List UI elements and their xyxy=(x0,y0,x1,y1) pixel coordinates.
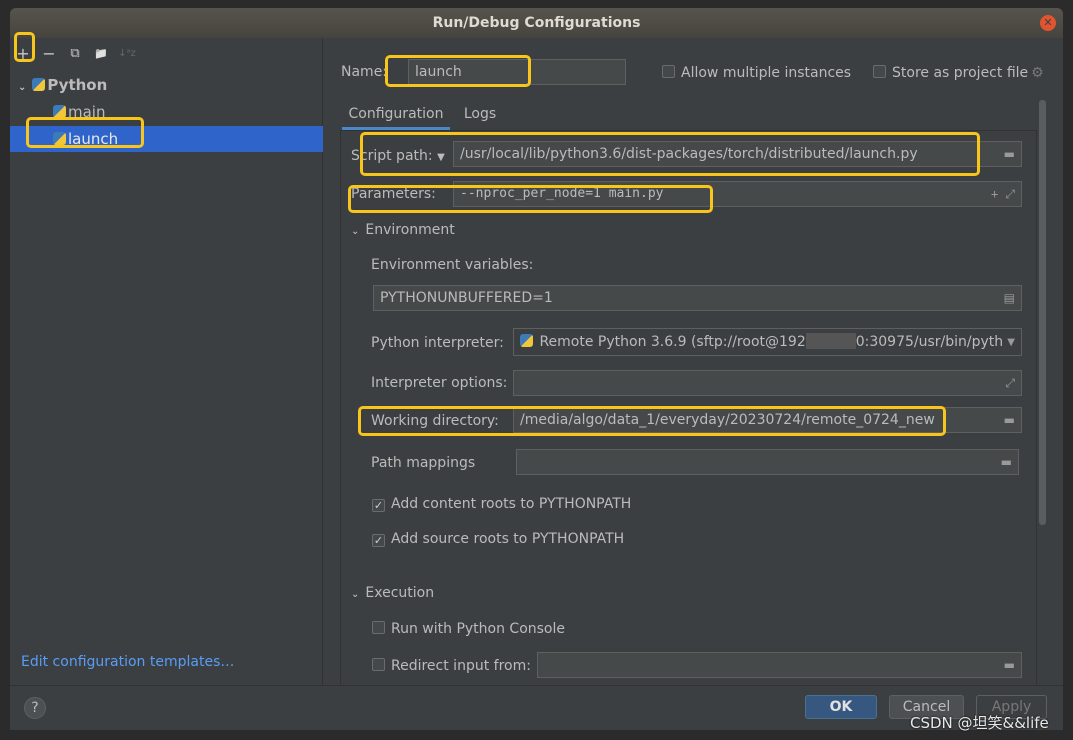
copy-icon[interactable]: ⧉ xyxy=(65,44,85,64)
expand-icon: + ⤢ xyxy=(990,187,1015,201)
ok-button[interactable]: OK xyxy=(805,695,877,719)
name-input[interactable]: launch xyxy=(408,59,626,85)
tab-logs[interactable]: Logs xyxy=(457,102,503,130)
folder-add-icon[interactable]: 📁 xyxy=(91,44,111,64)
expand-icon: ⤢ xyxy=(1005,376,1015,390)
run-debug-dialog: Run/Debug Configurations ✕ + − ⧉ 📁 ↓ᵃz ⌄… xyxy=(10,8,1063,730)
edit-templates-link[interactable]: Edit configuration templates… xyxy=(21,654,234,670)
help-button[interactable]: ? xyxy=(24,697,46,719)
workdir-input[interactable]: /media/algo/data_1/everyday/20230724/rem… xyxy=(513,407,1022,433)
tree-item-launch[interactable]: launch xyxy=(10,126,323,152)
chevron-down-icon: ▼ xyxy=(1007,337,1015,348)
python-icon xyxy=(53,105,66,118)
interpreter-label: Python interpreter: xyxy=(371,335,504,351)
remove-icon[interactable]: − xyxy=(39,44,59,64)
environment-section[interactable]: ⌄ Environment xyxy=(351,222,455,238)
store-project-checkbox[interactable]: Store as project file ⚙ xyxy=(873,65,1044,81)
chevron-down-icon: ⌄ xyxy=(351,226,360,237)
redirect-input-field[interactable]: ▬ xyxy=(537,652,1022,678)
path-mappings-input[interactable]: ▬ xyxy=(516,449,1019,475)
sort-icon[interactable]: ↓ᵃz xyxy=(117,44,137,64)
parameters-label: Parameters: xyxy=(351,186,436,202)
folder-icon: ▬ xyxy=(1003,147,1015,161)
tab-configuration[interactable]: Configuration xyxy=(342,102,450,130)
parameters-input[interactable]: --nproc_per_node=1 main.py + ⤢ xyxy=(453,181,1022,207)
chevron-down-icon: ⌄ xyxy=(351,589,360,600)
workdir-label: Working directory: xyxy=(371,413,499,429)
folder-icon: ▬ xyxy=(1003,658,1015,672)
close-icon[interactable]: ✕ xyxy=(1040,15,1056,31)
path-mappings-label: Path mappings xyxy=(371,455,476,471)
name-label: Name: xyxy=(341,64,388,80)
folder-icon: ▬ xyxy=(1000,455,1012,469)
script-path-input[interactable]: /usr/local/lib/python3.6/dist-packages/t… xyxy=(453,141,1022,167)
python-icon xyxy=(520,334,533,347)
env-vars-label: Environment variables: xyxy=(371,257,534,273)
source-roots-checkbox[interactable]: ✓ Add source roots to PYTHONPATH xyxy=(372,531,624,547)
script-path-dropdown[interactable]: Script path: ▼ xyxy=(351,148,445,164)
chevron-down-icon[interactable]: ⌄ xyxy=(18,82,26,93)
content-roots-checkbox[interactable]: ✓ Add content roots to PYTHONPATH xyxy=(372,496,631,512)
tree-item-main[interactable]: main xyxy=(10,99,323,125)
add-icon[interactable]: + xyxy=(13,44,33,64)
watermark: CSDN @坦笑&&life xyxy=(910,714,1049,732)
dialog-title: Run/Debug Configurations xyxy=(10,8,1063,38)
list-icon: ▤ xyxy=(1003,291,1015,305)
gear-icon: ⚙ xyxy=(1031,65,1044,81)
interp-options-input[interactable]: ⤢ xyxy=(513,370,1022,396)
redirect-input-checkbox[interactable]: Redirect input from: xyxy=(372,658,531,674)
folder-icon: ▬ xyxy=(1003,413,1015,427)
config-tree-panel: + − ⧉ 📁 ↓ᵃz ⌄ Python main launch Edit con… xyxy=(10,38,323,685)
interpreter-select[interactable]: Remote Python 3.6.9 (sftp://root@192 0:30… xyxy=(513,328,1022,356)
python-icon xyxy=(53,132,66,145)
allow-multiple-checkbox[interactable]: Allow multiple instances xyxy=(662,65,851,81)
env-vars-input[interactable]: PYTHONUNBUFFERED=1 ▤ xyxy=(373,285,1022,311)
python-console-checkbox[interactable]: Run with Python Console xyxy=(372,621,565,637)
interp-options-label: Interpreter options: xyxy=(371,375,508,391)
scrollbar[interactable] xyxy=(1039,100,1046,525)
python-icon xyxy=(32,78,46,91)
execution-section[interactable]: ⌄ Execution xyxy=(351,585,434,601)
tree-group-python[interactable]: ⌄ Python xyxy=(10,72,323,98)
